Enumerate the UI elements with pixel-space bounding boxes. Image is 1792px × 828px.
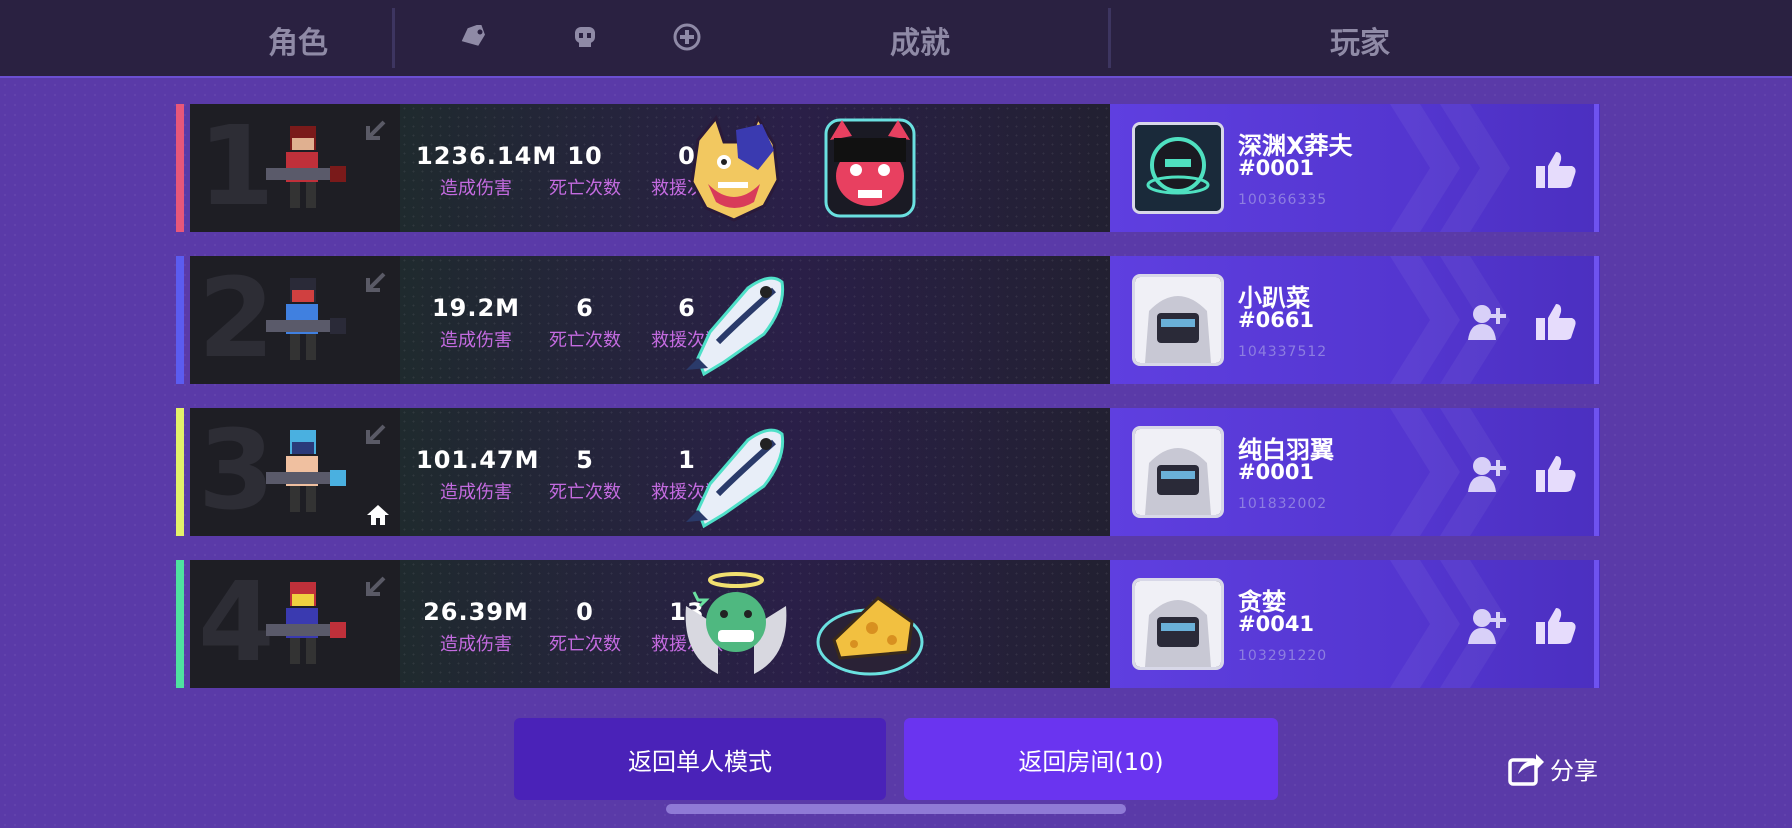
player-id: 101832002 [1238,496,1328,512]
deaths-label: 死亡次数 [549,330,621,351]
tag-icon[interactable] [458,22,488,52]
player-id: 103291220 [1238,648,1328,664]
character-panel[interactable]: 4 [190,558,400,688]
deaths-value: 0 [576,598,594,626]
tab-achievement[interactable]: 成就 [890,18,950,62]
wolf-badge-icon[interactable] [678,110,794,226]
rank-accent-bar [176,104,184,232]
deaths-value: 5 [576,446,594,474]
like-icon[interactable] [1534,148,1578,190]
header-bar: 角色 成就 玩家 [0,0,1792,78]
damage-label: 造成伤害 [440,634,512,655]
rank-accent-bar [176,256,184,384]
share-label: 分享 [1550,756,1598,785]
deaths-stat: 6 死亡次数 [540,294,630,352]
damage-value: 1236.14M [416,142,558,170]
rank-accent-bar [176,408,184,536]
damage-stat: 19.2M 造成伤害 [416,294,536,352]
row-end-bar [1594,408,1599,536]
like-icon[interactable] [1534,300,1578,342]
player-id: 104337512 [1238,344,1328,360]
medkit-icon[interactable] [672,22,702,52]
deaths-stat: 10 死亡次数 [540,142,630,200]
player-panel[interactable]: 贪婪 #0041 103291220 [1110,560,1600,688]
deaths-label: 死亡次数 [549,634,621,655]
character-panel[interactable]: 2 [190,254,400,384]
avatar[interactable] [1132,122,1224,214]
damage-label: 造成伤害 [440,178,512,199]
damage-label: 造成伤害 [440,330,512,351]
avatar[interactable] [1132,426,1224,518]
character-panel[interactable]: 1 [190,102,400,232]
add-friend-icon[interactable] [1466,302,1508,342]
damage-label: 造成伤害 [440,482,512,503]
damage-value: 101.47M [416,446,540,474]
expand-arrow-icon[interactable] [360,420,390,450]
tab-player[interactable]: 玩家 [1330,18,1390,62]
header-divider [392,8,395,68]
stats-panel: 19.2M 造成伤害 6 死亡次数 6 救援次数 [400,256,1110,384]
player-panel[interactable]: 深渊X莽夫 #0001 100366335 [1110,104,1600,232]
share-icon [1508,754,1544,786]
player-panel[interactable]: 纯白羽翼 #0001 101832002 [1110,408,1600,536]
character-sprite [252,422,352,522]
damage-value: 26.39M [423,598,529,626]
deaths-stat: 5 死亡次数 [540,446,630,504]
back-room-button[interactable]: 返回房间(10) [904,718,1278,800]
player-tag: #0001 [1238,460,1315,484]
row-end-bar [1594,104,1599,232]
expand-arrow-icon[interactable] [360,116,390,146]
deaths-value: 10 [567,142,603,170]
deaths-value: 6 [576,294,594,322]
character-sprite [252,118,352,218]
fish-badge-icon[interactable] [678,262,794,378]
home-indicator[interactable] [666,804,1126,814]
player-row-4: 4 26.39M 造成伤害 0 死亡次数 13 救援次数 [176,558,1614,688]
expand-arrow-icon[interactable] [360,268,390,298]
home-icon [367,505,389,525]
cheese-badge-icon[interactable] [812,566,928,682]
row-end-bar [1594,560,1599,688]
expand-arrow-icon[interactable] [360,572,390,602]
stats-panel: 26.39M 造成伤害 0 死亡次数 13 救援次数 [400,560,1110,688]
damage-value: 19.2M [431,294,521,322]
damage-stat: 26.39M 造成伤害 [416,598,536,656]
share-button[interactable]: 分享 [1506,748,1598,788]
like-icon[interactable] [1534,604,1578,646]
player-tag: #0661 [1238,308,1315,332]
back-single-mode-button[interactable]: 返回单人模式 [514,718,886,800]
red-demon-girl-badge-icon[interactable] [812,110,928,226]
player-id: 100366335 [1238,192,1328,208]
deaths-label: 死亡次数 [549,178,621,199]
add-friend-icon[interactable] [1466,606,1508,646]
tab-character[interactable]: 角色 [268,18,328,62]
character-sprite [252,574,352,674]
deaths-stat: 0 死亡次数 [540,598,630,656]
fish-badge-icon[interactable] [678,414,794,530]
stats-panel: 1236.14M 造成伤害 10 死亡次数 0 救援次数 [400,104,1110,232]
like-icon[interactable] [1534,452,1578,494]
player-panel[interactable]: 小趴菜 #0661 104337512 [1110,256,1600,384]
deaths-label: 死亡次数 [549,482,621,503]
player-row-3: 3 101.47M 造成伤害 5 死亡次数 1 救援次数 纯白羽翼 #0001 … [176,406,1614,536]
character-sprite [252,270,352,370]
player-tag: #0001 [1238,156,1315,180]
angel-smile-badge-icon[interactable] [678,566,794,682]
damage-stat: 101.47M 造成伤害 [416,446,540,504]
skull-icon[interactable] [570,22,600,52]
player-tag: #0041 [1238,612,1315,636]
rank-accent-bar [176,560,184,688]
avatar[interactable] [1132,274,1224,366]
row-end-bar [1594,256,1599,384]
avatar[interactable] [1132,578,1224,670]
player-row-1: 1 1236.14M 造成伤害 10 死亡次数 0 救援次数 深渊X莽夫 #00… [176,102,1614,232]
stats-panel: 101.47M 造成伤害 5 死亡次数 1 救援次数 [400,408,1110,536]
character-panel[interactable]: 3 [190,406,400,536]
header-divider [1108,8,1111,68]
player-row-2: 2 19.2M 造成伤害 6 死亡次数 6 救援次数 小趴菜 #0661 104… [176,254,1614,384]
add-friend-icon[interactable] [1466,454,1508,494]
damage-stat: 1236.14M 造成伤害 [416,142,558,200]
